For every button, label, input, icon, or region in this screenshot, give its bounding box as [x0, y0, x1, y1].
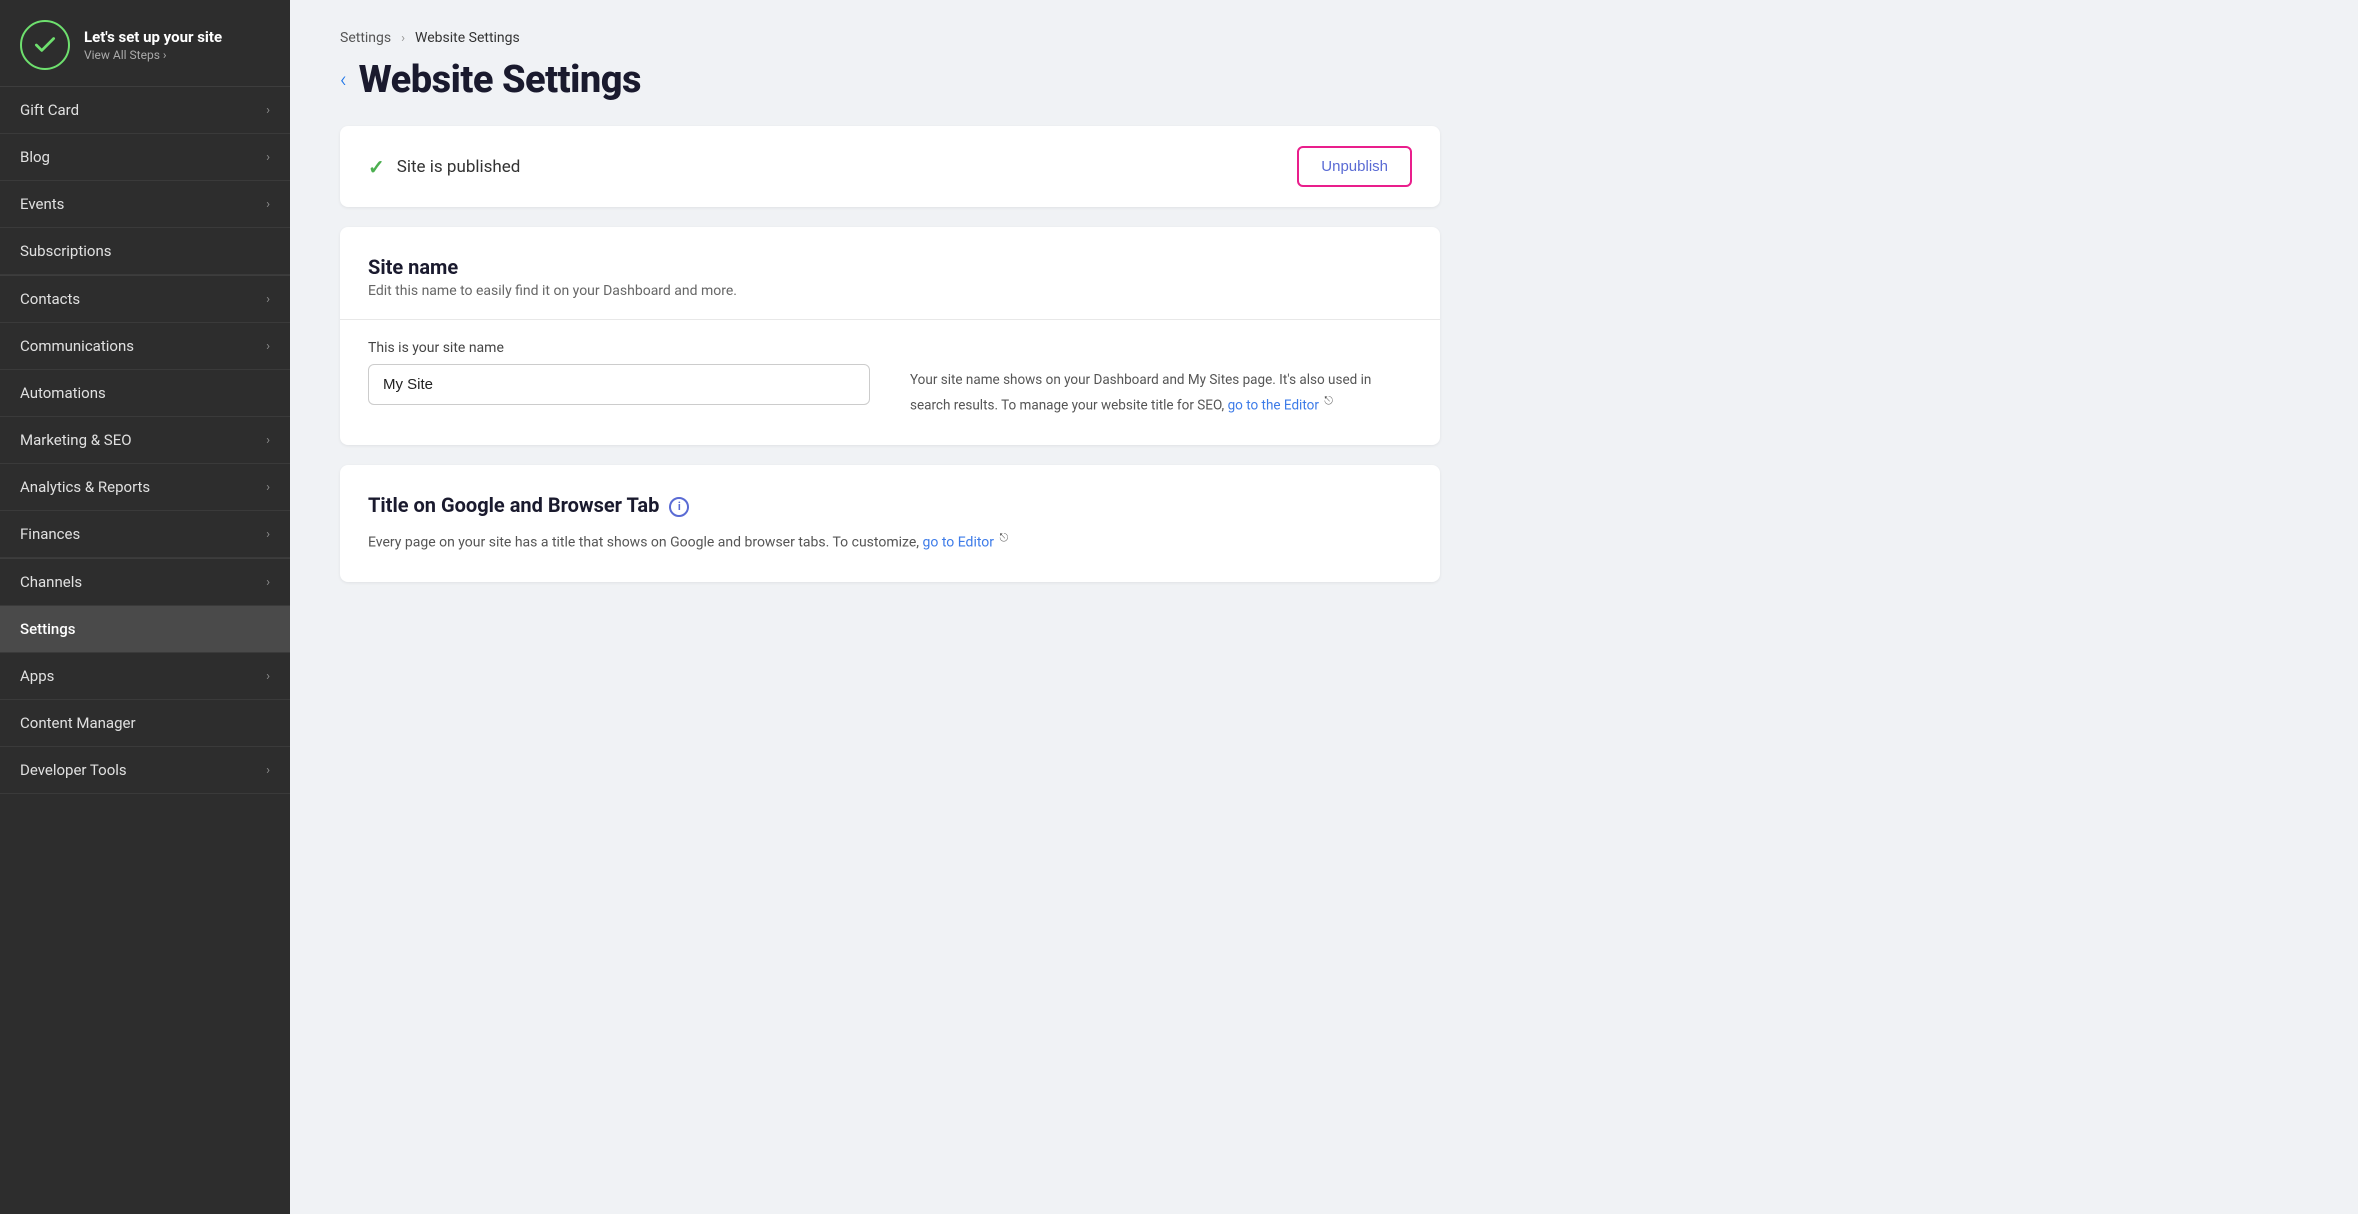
sidebar-item-analytics-reports[interactable]: Analytics & Reports › — [0, 464, 290, 511]
external-link-icon-2: ⎋ — [1000, 531, 1009, 544]
published-bar: ✓ Site is published Unpublish — [340, 126, 1440, 207]
chevron-right-icon: › — [266, 197, 270, 212]
sidebar-item-finances[interactable]: Finances › — [0, 511, 290, 558]
sidebar: Let's set up your site View All Steps › … — [0, 0, 290, 1214]
published-status-card: ✓ Site is published Unpublish — [340, 126, 1440, 207]
setup-title: Let's set up your site — [84, 28, 222, 46]
site-name-input[interactable] — [368, 364, 870, 405]
back-arrow-icon[interactable]: ‹ — [340, 68, 347, 93]
setup-circle-icon — [20, 20, 70, 70]
site-name-card: Site name Edit this name to easily find … — [340, 227, 1440, 445]
page-header: ‹ Website Settings — [340, 58, 1440, 102]
form-left-col: This is your site name — [368, 340, 870, 405]
info-icon[interactable]: i — [669, 497, 689, 517]
sidebar-item-gift-card[interactable]: Gift Card › — [0, 87, 290, 134]
site-name-help-text: Your site name shows on your Dashboard a… — [910, 370, 1412, 417]
site-name-header: Site name Edit this name to easily find … — [340, 227, 1440, 299]
site-name-section-desc: Edit this name to easily find it on your… — [368, 283, 1412, 299]
card-divider — [340, 319, 1440, 320]
published-status-text: Site is published — [397, 157, 521, 177]
sidebar-item-developer-tools[interactable]: Developer Tools › — [0, 747, 290, 794]
sidebar-header: Let's set up your site View All Steps › — [0, 0, 290, 87]
checkmark-icon: ✓ — [368, 155, 385, 179]
chevron-right-icon: › — [266, 103, 270, 118]
setup-view-steps[interactable]: View All Steps › — [84, 48, 222, 62]
sidebar-item-marketing-seo[interactable]: Marketing & SEO › — [0, 417, 290, 464]
breadcrumb-separator: › — [401, 31, 405, 46]
editor-link[interactable]: go to the Editor — [1228, 397, 1319, 413]
form-right-col: Your site name shows on your Dashboard a… — [910, 340, 1412, 417]
google-title-desc: Every page on your site has a title that… — [368, 529, 1412, 554]
chevron-right-icon: › — [266, 292, 270, 307]
chevron-right-icon: › — [266, 150, 270, 165]
chevron-right-icon: › — [266, 480, 270, 495]
site-name-form: This is your site name Your site name sh… — [340, 340, 1440, 445]
sidebar-item-content-manager[interactable]: Content Manager — [0, 700, 290, 747]
unpublish-button[interactable]: Unpublish — [1297, 146, 1412, 187]
site-name-section-title: Site name — [368, 255, 1412, 279]
site-name-field-label: This is your site name — [368, 340, 870, 356]
breadcrumb: Settings › Website Settings — [340, 30, 1440, 46]
chevron-right-icon: › — [266, 669, 270, 684]
sidebar-item-communications[interactable]: Communications › — [0, 323, 290, 370]
google-title-section-title: Title on Google and Browser Tab — [368, 493, 659, 517]
chevron-right-icon: › — [266, 527, 270, 542]
sidebar-item-apps[interactable]: Apps › — [0, 653, 290, 700]
sidebar-item-automations[interactable]: Automations — [0, 370, 290, 417]
chevron-right-icon: › — [266, 575, 270, 590]
main-content: Settings › Website Settings ‹ Website Se… — [290, 0, 2358, 1214]
sidebar-item-settings[interactable]: Settings — [0, 606, 290, 653]
form-row: This is your site name Your site name sh… — [368, 340, 1412, 417]
sidebar-item-events[interactable]: Events › — [0, 181, 290, 228]
sidebar-item-subscriptions[interactable]: Subscriptions — [0, 228, 290, 275]
setup-text-block: Let's set up your site View All Steps › — [84, 28, 222, 62]
breadcrumb-parent[interactable]: Settings — [340, 30, 391, 46]
google-title-card: Title on Google and Browser Tab i Every … — [340, 465, 1440, 582]
sidebar-item-contacts[interactable]: Contacts › — [0, 276, 290, 323]
sidebar-item-blog[interactable]: Blog › — [0, 134, 290, 181]
google-title-header: Title on Google and Browser Tab i — [368, 493, 1412, 521]
published-status: ✓ Site is published — [368, 155, 520, 179]
sidebar-item-channels[interactable]: Channels › — [0, 559, 290, 606]
page-title: Website Settings — [359, 58, 641, 102]
external-link-icon: ⎋ — [1324, 394, 1333, 407]
chevron-right-icon: › — [266, 339, 270, 354]
breadcrumb-current: Website Settings — [415, 30, 520, 46]
chevron-right-icon: › — [266, 433, 270, 448]
google-title-content: Title on Google and Browser Tab i Every … — [340, 465, 1440, 582]
chevron-right-icon: › — [266, 763, 270, 778]
editor-link-2[interactable]: go to Editor — [923, 534, 995, 550]
